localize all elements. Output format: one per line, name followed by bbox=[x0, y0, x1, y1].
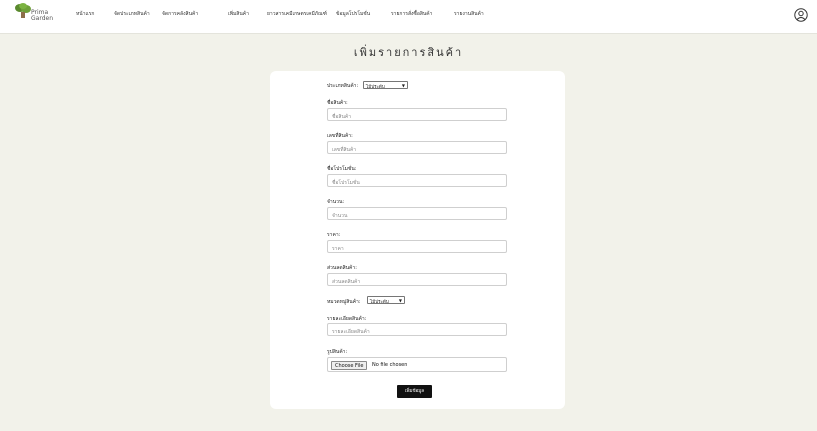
image-file-input[interactable]: Choose File No file chosen bbox=[327, 357, 507, 372]
price-input[interactable]: ราคา bbox=[327, 240, 507, 253]
product-code-label: เลขที่สินค้า: bbox=[327, 133, 353, 139]
page-title: เพิ่มรายการสินค้า bbox=[353, 46, 464, 59]
nav-item-add-product[interactable]: เพิ่มสินค้า bbox=[228, 10, 249, 18]
chevron-down-icon: ▼ bbox=[401, 83, 405, 88]
nav-item-inventory[interactable]: จัดการคลังสินค้า bbox=[162, 10, 198, 18]
plant-logo-icon bbox=[15, 3, 31, 18]
nav-item-home[interactable]: หน้าแรก bbox=[76, 10, 94, 18]
nav-item-chemicals[interactable]: ยาวสารเคมีเกษตรเคมีภัณฑ์ bbox=[267, 10, 327, 18]
discount-input[interactable]: ส่วนลดสินค้า bbox=[327, 273, 507, 286]
image-label: รูปสินค้า: bbox=[327, 349, 348, 355]
nav-item-promotions[interactable]: ข้อมูลโปรโมชั่น bbox=[336, 10, 370, 18]
quantity-input[interactable]: จำนวน bbox=[327, 207, 507, 220]
top-navbar: Prima Garden หน้าแรก จัดประเภทสินค้า จัด… bbox=[0, 0, 817, 34]
brand-name-line2: Garden bbox=[31, 15, 53, 22]
category-label: ประเภทสินค้า: bbox=[327, 83, 359, 89]
category-select[interactable]: ไม้ประดับ ▼ bbox=[363, 81, 408, 90]
quantity-label: จำนวน: bbox=[327, 199, 345, 205]
brand-logo[interactable]: Prima Garden bbox=[14, 3, 58, 29]
product-name-label: ชื่อสินค้า: bbox=[327, 100, 348, 106]
group-select[interactable]: ไม้ประดับ ▼ bbox=[367, 296, 405, 305]
nav-item-categories[interactable]: จัดประเภทสินค้า bbox=[114, 10, 150, 18]
nav-item-orders[interactable]: รายการสั่งซื้อสินค้า bbox=[391, 10, 432, 18]
discount-label: ส่วนลดสินค้า: bbox=[327, 265, 357, 271]
product-code-input[interactable]: เลขที่สินค้า bbox=[327, 141, 507, 154]
group-label: หมวดหมู่สินค้า: bbox=[327, 299, 361, 305]
user-circle-icon[interactable] bbox=[794, 8, 808, 22]
choose-file-button[interactable]: Choose File bbox=[331, 361, 368, 370]
add-product-form: ประเภทสินค้า: ไม้ประดับ ▼ ชื่อสินค้า: ชื… bbox=[270, 71, 565, 409]
detail-input[interactable]: รายละเอียดสินค้า bbox=[327, 323, 507, 336]
chevron-down-icon: ▼ bbox=[398, 298, 402, 303]
promotion-name-input[interactable]: ชื่อโปรโมชั่น bbox=[327, 174, 507, 187]
promotion-name-label: ชื่อโปรโมชั่น: bbox=[327, 166, 357, 172]
price-label: ราคา: bbox=[327, 232, 341, 238]
product-name-input[interactable]: ชื่อสินค้า bbox=[327, 108, 507, 121]
submit-button[interactable]: เพิ่มข้อมูล bbox=[397, 385, 432, 398]
detail-label: รายละเอียดสินค้า: bbox=[327, 316, 367, 322]
group-select-value: ไม้ประดับ bbox=[370, 300, 389, 305]
category-select-value: ไม้ประดับ bbox=[366, 85, 385, 90]
brand-name: Prima Garden bbox=[31, 10, 53, 22]
file-status-text: No file chosen bbox=[372, 362, 408, 368]
nav-item-reports[interactable]: รายงานสินค้า bbox=[454, 10, 484, 18]
